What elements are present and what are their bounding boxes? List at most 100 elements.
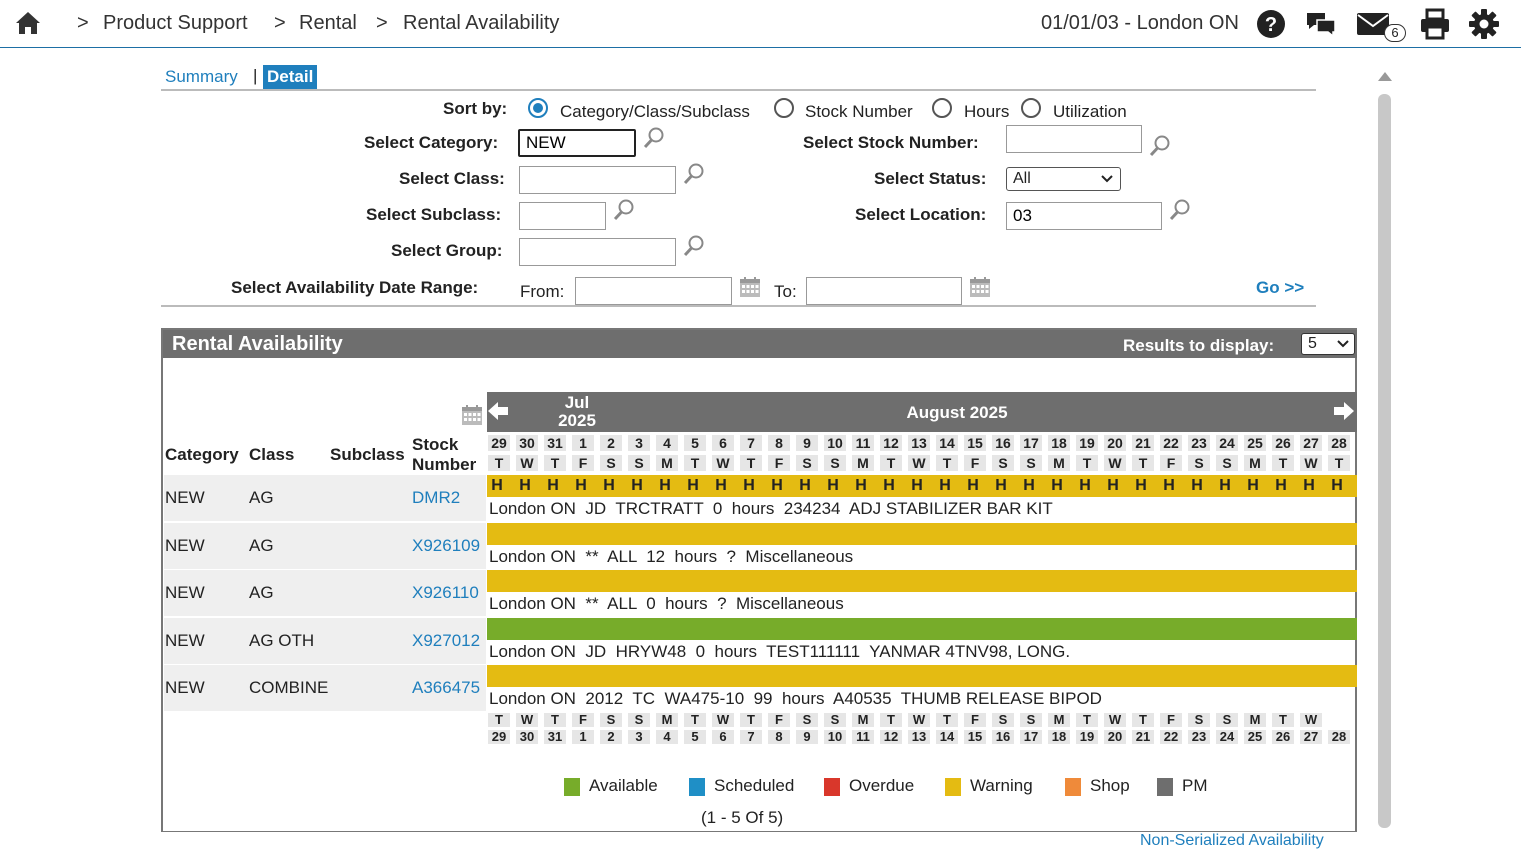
day-number: 30 (516, 435, 538, 451)
day-weekday: S (628, 713, 650, 727)
sort-radio-hours[interactable] (932, 98, 952, 118)
day-weekday: T (684, 713, 706, 727)
day-number: 8 (768, 435, 790, 451)
legend-label: Warning (970, 776, 1033, 795)
tab-separator: | (253, 66, 258, 85)
gear-icon[interactable] (1468, 8, 1500, 40)
group-lookup-icon[interactable] (682, 234, 706, 258)
hold-mark: H (1163, 477, 1175, 494)
arrow-left-icon[interactable] (487, 401, 509, 421)
breadcrumb-separator: > (376, 12, 388, 34)
to-date-input[interactable] (806, 277, 962, 305)
day-weekday: S (1188, 713, 1210, 727)
row-stock-number-link[interactable]: DMR2 (412, 488, 460, 508)
hold-mark: H (799, 477, 811, 494)
class-lookup-icon[interactable] (682, 162, 706, 186)
day-number: 31 (544, 730, 566, 744)
breadcrumb-separator: > (77, 12, 89, 34)
location-input[interactable] (1006, 202, 1162, 230)
day-weekday: M (1048, 455, 1070, 471)
row-stock-number-link[interactable]: X926109 (412, 536, 480, 556)
sort-radio-stock-number[interactable] (774, 98, 794, 118)
row-detail: London ON ** ALL 12 hours ? Miscellaneou… (489, 546, 854, 566)
stock-number-lookup-icon[interactable] (1148, 134, 1172, 158)
subclass-lookup-icon[interactable] (612, 198, 636, 222)
class-input[interactable] (519, 166, 676, 194)
subclass-input[interactable] (519, 202, 606, 230)
to-label: To: (774, 282, 797, 301)
hold-mark: H (995, 477, 1007, 494)
day-weekday: T (544, 713, 566, 727)
row-stock-number-link[interactable]: X926110 (412, 583, 479, 603)
chat-icon[interactable] (1305, 8, 1337, 40)
status-select[interactable]: All (1006, 167, 1121, 191)
hold-mark: H (1107, 477, 1119, 494)
location-lookup-icon[interactable] (1168, 198, 1192, 222)
category-lookup-icon[interactable] (642, 126, 666, 150)
sort-radio-utilization[interactable] (1021, 98, 1041, 118)
scrollbar-thumb[interactable] (1378, 94, 1391, 828)
date-range-label: Select Availability Date Range: (231, 278, 479, 297)
calendar-icon[interactable] (739, 276, 761, 298)
group-input[interactable] (519, 238, 676, 266)
row-detail: London ON JD TRCTRATT 0 hours 234234 ADJ… (489, 499, 1053, 518)
calendar-month-header: Jul 2025 August 2025 (487, 392, 1357, 432)
col-header-category: Category (165, 445, 239, 464)
tab-detail[interactable]: Detail (263, 65, 318, 89)
sort-radio-category[interactable] (528, 98, 548, 118)
panel-title: Rental Availability (172, 333, 343, 355)
sort-by-label: Sort by: (443, 99, 508, 118)
results-to-display-select[interactable]: 5 (1301, 333, 1355, 355)
day-number: 23 (1188, 435, 1210, 451)
day-number: 18 (1048, 730, 1070, 744)
stock-number-input[interactable] (1006, 125, 1142, 153)
arrow-right-icon[interactable] (1333, 401, 1355, 421)
day-weekday: M (1048, 713, 1070, 727)
hold-mark: H (939, 477, 951, 494)
non-serialized-availability-link[interactable]: Non-Serialized Availability (1140, 832, 1324, 850)
print-icon[interactable] (1419, 8, 1451, 40)
go-button[interactable]: Go >> (1256, 278, 1304, 298)
day-weekday: S (824, 455, 846, 471)
hold-mark: H (1051, 477, 1063, 494)
day-weekday: S (600, 713, 622, 727)
day-weekday: T (1328, 455, 1350, 471)
help-icon[interactable]: ? (1255, 8, 1287, 40)
day-number: 22 (1160, 730, 1182, 744)
day-number: 19 (1076, 435, 1098, 451)
category-input[interactable] (518, 129, 636, 157)
day-number: 10 (824, 435, 846, 451)
day-weekday: W (1104, 713, 1126, 727)
day-weekday: T (880, 455, 902, 471)
view-tabs: Summary | Detail (161, 65, 1316, 91)
row-stock-number-link[interactable]: X927012 (412, 631, 480, 651)
day-number: 5 (684, 435, 706, 451)
day-number: 13 (908, 435, 930, 451)
day-weekday: M (852, 713, 874, 727)
mail-count-badge: 6 (1384, 24, 1406, 42)
day-weekday: W (712, 455, 734, 471)
breadcrumb-rental[interactable]: Rental (299, 12, 357, 35)
from-date-input[interactable] (575, 277, 732, 305)
calendar-icon[interactable] (969, 276, 991, 298)
results-to-display-value: 5 (1308, 335, 1317, 352)
chevron-down-icon (1101, 175, 1113, 183)
day-number: 22 (1160, 435, 1182, 451)
breadcrumb-product-support[interactable]: Product Support (103, 12, 248, 35)
row-category: NEW (165, 678, 205, 697)
results-to-display-label: Results to display: (1123, 336, 1275, 355)
scroll-up-arrow-icon[interactable] (1377, 70, 1393, 82)
home-icon[interactable] (14, 10, 42, 36)
day-number: 15 (964, 435, 986, 451)
day-weekday: W (908, 455, 930, 471)
day-number: 20 (1104, 435, 1126, 451)
hold-mark: H (1247, 477, 1259, 494)
class-label: Select Class: (399, 169, 505, 188)
tab-summary[interactable]: Summary (165, 67, 238, 87)
hold-mark: H (967, 477, 979, 494)
row-stock-number-link[interactable]: A366475 (412, 678, 480, 698)
calendar-icon[interactable] (461, 404, 483, 426)
svg-text:?: ? (1265, 14, 1277, 36)
legend-label: Available (589, 776, 658, 795)
day-weekday: S (1020, 713, 1042, 727)
